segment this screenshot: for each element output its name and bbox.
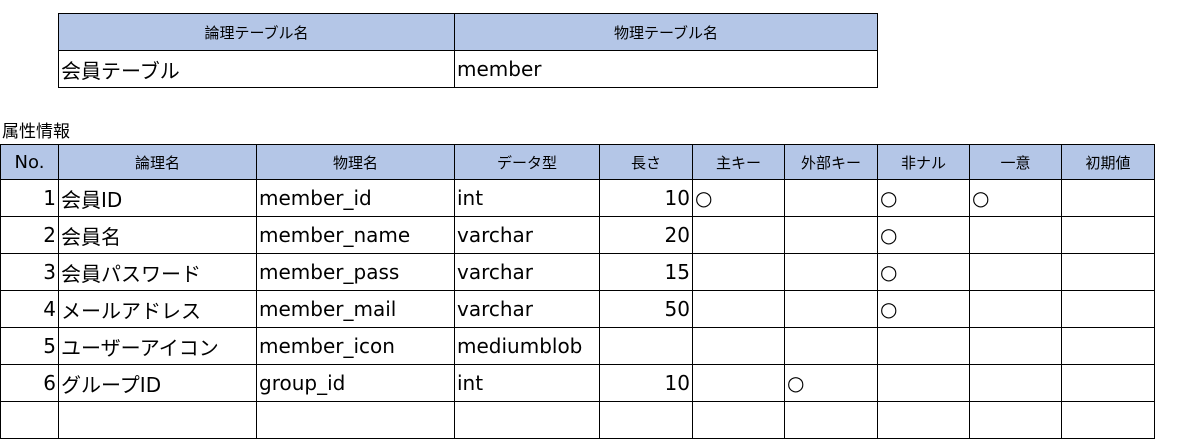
cell-not-null[interactable]: ○	[877, 179, 970, 217]
cell-no[interactable]: 2	[0, 216, 59, 254]
logical-table-name[interactable]: 会員テーブル	[58, 50, 455, 88]
col-unique-header: 一意	[969, 144, 1062, 180]
col-foreign-key-header: 外部キー	[784, 144, 878, 180]
col-length-header: 長さ	[599, 144, 693, 180]
cell-primary-key[interactable]	[692, 216, 785, 254]
table-row: 2 会員名 member_name varchar 20 ○	[0, 216, 1155, 254]
cell-logical-name[interactable]	[58, 401, 257, 439]
cell-logical-name[interactable]: グループID	[58, 364, 257, 402]
cell-logical-name[interactable]: 会員ID	[58, 179, 257, 217]
cell-foreign-key[interactable]	[784, 253, 878, 291]
cell-length[interactable]	[599, 327, 693, 365]
cell-physical-name[interactable]	[256, 401, 455, 439]
attribute-table: No. 論理名 物理名 データ型 長さ 主キー 外部キー 非ナル 一意 初期値 …	[0, 144, 1155, 439]
cell-length[interactable]	[599, 401, 693, 439]
cell-default[interactable]	[1061, 327, 1155, 365]
cell-data-type[interactable]: mediumblob	[454, 327, 600, 365]
cell-not-null[interactable]	[877, 327, 970, 365]
cell-unique[interactable]: ○	[969, 179, 1062, 217]
col-primary-key-header: 主キー	[692, 144, 785, 180]
cell-no[interactable]: 4	[0, 290, 59, 328]
cell-primary-key[interactable]	[692, 253, 785, 291]
section-label: 属性情報	[2, 122, 70, 142]
cell-length[interactable]: 10	[599, 364, 693, 402]
cell-unique[interactable]	[969, 290, 1062, 328]
col-data-type-header: データ型	[454, 144, 600, 180]
cell-physical-name[interactable]: group_id	[256, 364, 455, 402]
physical-table-name-header: 物理テーブル名	[454, 13, 878, 51]
cell-not-null[interactable]	[877, 401, 970, 439]
cell-length[interactable]: 50	[599, 290, 693, 328]
cell-unique[interactable]	[969, 364, 1062, 402]
cell-logical-name[interactable]: 会員パスワード	[58, 253, 257, 291]
table-row: 5 ユーザーアイコン member_icon mediumblob	[0, 327, 1155, 365]
cell-primary-key[interactable]	[692, 364, 785, 402]
attribute-table-body: 1 会員ID member_id int 10 ○ ○ ○ 2 会員名 member_name var…	[0, 179, 1155, 439]
cell-not-null[interactable]: ○	[877, 290, 970, 328]
cell-foreign-key[interactable]	[784, 327, 878, 365]
col-physical-name-header: 物理名	[256, 144, 455, 180]
cell-default[interactable]	[1061, 179, 1155, 217]
cell-default[interactable]	[1061, 253, 1155, 291]
cell-physical-name[interactable]: member_mail	[256, 290, 455, 328]
cell-logical-name[interactable]: ユーザーアイコン	[58, 327, 257, 365]
cell-data-type[interactable]	[454, 401, 600, 439]
cell-no[interactable]	[0, 401, 59, 439]
cell-no[interactable]: 3	[0, 253, 59, 291]
cell-not-null[interactable]: ○	[877, 216, 970, 254]
physical-table-name[interactable]: member	[454, 50, 878, 88]
cell-data-type[interactable]: varchar	[454, 290, 600, 328]
cell-data-type[interactable]: varchar	[454, 216, 600, 254]
cell-not-null[interactable]	[877, 364, 970, 402]
cell-physical-name[interactable]: member_icon	[256, 327, 455, 365]
table-row: 3 会員パスワード member_pass varchar 15 ○	[0, 253, 1155, 291]
cell-physical-name[interactable]: member_id	[256, 179, 455, 217]
table-row: 4 メールアドレス member_mail varchar 50 ○	[0, 290, 1155, 328]
cell-default[interactable]	[1061, 364, 1155, 402]
table-info-row: 会員テーブル member	[58, 50, 878, 88]
cell-no[interactable]: 1	[0, 179, 59, 217]
cell-data-type[interactable]: int	[454, 179, 600, 217]
cell-length[interactable]: 10	[599, 179, 693, 217]
attribute-header-row: No. 論理名 物理名 データ型 長さ 主キー 外部キー 非ナル 一意 初期値	[0, 144, 1155, 180]
col-not-null-header: 非ナル	[877, 144, 970, 180]
col-default-header: 初期値	[1061, 144, 1155, 180]
cell-logical-name[interactable]: メールアドレス	[58, 290, 257, 328]
cell-unique[interactable]	[969, 327, 1062, 365]
cell-default[interactable]	[1061, 216, 1155, 254]
cell-foreign-key[interactable]	[784, 216, 878, 254]
cell-length[interactable]: 15	[599, 253, 693, 291]
cell-primary-key[interactable]	[692, 401, 785, 439]
cell-not-null[interactable]: ○	[877, 253, 970, 291]
cell-physical-name[interactable]: member_pass	[256, 253, 455, 291]
cell-physical-name[interactable]: member_name	[256, 216, 455, 254]
cell-primary-key[interactable]: ○	[692, 179, 785, 217]
cell-primary-key[interactable]	[692, 290, 785, 328]
cell-foreign-key[interactable]: ○	[784, 364, 878, 402]
cell-foreign-key[interactable]	[784, 179, 878, 217]
cell-no[interactable]: 5	[0, 327, 59, 365]
cell-data-type[interactable]: varchar	[454, 253, 600, 291]
cell-unique[interactable]	[969, 253, 1062, 291]
table-info: 論理テーブル名 物理テーブル名 会員テーブル member	[58, 13, 878, 88]
cell-primary-key[interactable]	[692, 327, 785, 365]
table-info-header-row: 論理テーブル名 物理テーブル名	[58, 13, 878, 51]
cell-foreign-key[interactable]	[784, 290, 878, 328]
logical-table-name-header: 論理テーブル名	[58, 13, 455, 51]
cell-length[interactable]: 20	[599, 216, 693, 254]
table-row	[0, 401, 1155, 439]
cell-unique[interactable]	[969, 401, 1062, 439]
cell-no[interactable]: 6	[0, 364, 59, 402]
cell-default[interactable]	[1061, 290, 1155, 328]
cell-unique[interactable]	[969, 216, 1062, 254]
col-no-header: No.	[0, 144, 59, 180]
table-row: 6 グループID group_id int 10 ○	[0, 364, 1155, 402]
cell-data-type[interactable]: int	[454, 364, 600, 402]
cell-default[interactable]	[1061, 401, 1155, 439]
col-logical-name-header: 論理名	[58, 144, 257, 180]
cell-logical-name[interactable]: 会員名	[58, 216, 257, 254]
cell-foreign-key[interactable]	[784, 401, 878, 439]
table-row: 1 会員ID member_id int 10 ○ ○ ○	[0, 179, 1155, 217]
